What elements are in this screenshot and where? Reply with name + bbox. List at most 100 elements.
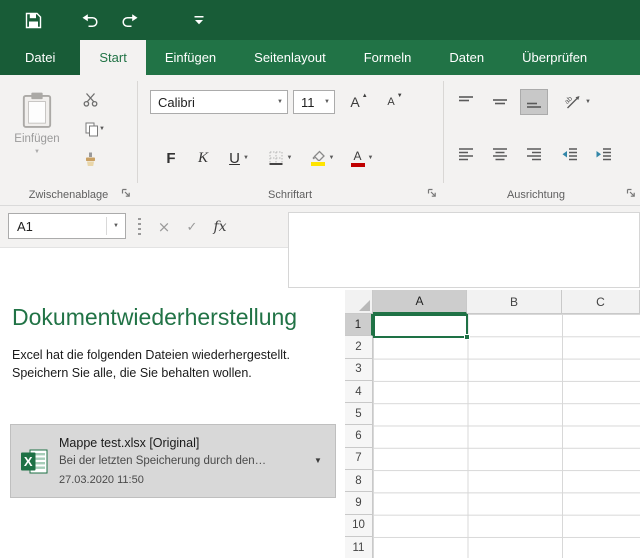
- fill-handle[interactable]: [464, 334, 470, 340]
- row-header-11[interactable]: 11: [345, 537, 373, 558]
- fill-color-button[interactable]: ▼: [303, 145, 341, 171]
- row-header-3[interactable]: 3: [345, 359, 373, 381]
- chevron-down-icon: [193, 15, 205, 26]
- increase-indent-icon: [596, 146, 612, 162]
- font-color-button[interactable]: A ▼: [344, 145, 380, 171]
- cells-grid[interactable]: [373, 314, 640, 558]
- dialog-launcher-icon: [121, 188, 131, 198]
- align-left-button[interactable]: [452, 141, 480, 167]
- italic-button[interactable]: K: [190, 145, 216, 171]
- alignment-dialog-launcher[interactable]: [624, 186, 638, 200]
- orientation-button[interactable]: ab ▼: [558, 89, 598, 115]
- redo-button[interactable]: [112, 0, 146, 40]
- ribbon-tab-bar: Datei Start Einfügen Seitenlayout Formel…: [0, 40, 640, 75]
- increase-font-size-button[interactable]: A ▲: [344, 89, 374, 115]
- selected-cell-a1[interactable]: [373, 314, 468, 338]
- increase-font-icon: A: [350, 94, 359, 110]
- chevron-down-icon: ▼: [34, 149, 40, 155]
- tab-datei[interactable]: Datei: [0, 40, 80, 75]
- undo-button[interactable]: [74, 0, 108, 40]
- bold-button[interactable]: F: [158, 145, 184, 171]
- dialog-launcher-icon: [427, 188, 437, 198]
- select-all-button[interactable]: [345, 290, 373, 314]
- paste-button[interactable]: Einfügen ▼: [8, 83, 66, 183]
- row-header-6[interactable]: 6: [345, 425, 373, 447]
- chevron-down-icon: ▼: [368, 155, 374, 161]
- align-center-icon: [492, 146, 508, 162]
- enter-button[interactable]: ✓: [180, 215, 204, 239]
- format-painter-icon: [83, 152, 98, 167]
- group-divider: [137, 81, 138, 183]
- align-right-button[interactable]: [520, 141, 548, 167]
- ribbon: Einfügen ▼ ▼ Zwischenablag: [0, 75, 640, 206]
- underline-button[interactable]: U ▼: [220, 145, 258, 171]
- recovered-file-name: Mappe test.xlsx [Original]: [59, 436, 199, 450]
- decrease-indent-button[interactable]: [556, 141, 584, 167]
- svg-text:ab: ab: [565, 95, 574, 106]
- tab-formeln[interactable]: Formeln: [345, 40, 431, 75]
- column-header-c[interactable]: C: [562, 290, 640, 314]
- chevron-down-icon: ▼: [314, 457, 322, 465]
- tab-ueberpruefen[interactable]: Überprüfen: [503, 40, 606, 75]
- borders-button[interactable]: ▼: [262, 145, 298, 171]
- row-header-1[interactable]: 1: [345, 314, 373, 336]
- borders-icon: [268, 150, 284, 166]
- chevron-down-icon: ▼: [287, 155, 293, 161]
- redo-icon: [120, 13, 138, 28]
- copy-button[interactable]: ▼: [78, 117, 112, 141]
- align-middle-icon: [492, 94, 508, 110]
- align-bottom-button[interactable]: [520, 89, 548, 115]
- row-header-4[interactable]: 4: [345, 381, 373, 403]
- recovered-file-menu-button[interactable]: ▼: [305, 429, 331, 493]
- tab-daten[interactable]: Daten: [430, 40, 503, 75]
- align-top-button[interactable]: [452, 89, 480, 115]
- svg-text:X: X: [24, 454, 33, 469]
- align-middle-button[interactable]: [486, 89, 514, 115]
- row-header-2[interactable]: 2: [345, 336, 373, 358]
- column-header-b[interactable]: B: [467, 290, 562, 314]
- clipboard-dialog-launcher[interactable]: [119, 186, 133, 200]
- tab-seitenlayout[interactable]: Seitenlayout: [235, 40, 345, 75]
- caret-down-icon: ▼: [397, 93, 403, 99]
- cancel-button[interactable]: ×: [152, 215, 176, 239]
- font-dialog-launcher[interactable]: [425, 186, 439, 200]
- undo-icon: [82, 13, 100, 28]
- italic-label: K: [198, 150, 208, 167]
- column-header-a[interactable]: A: [373, 290, 467, 314]
- insert-function-button[interactable]: fx: [208, 215, 232, 239]
- row-header-5[interactable]: 5: [345, 403, 373, 425]
- decrease-font-size-button[interactable]: A ▼: [380, 89, 410, 115]
- recovery-description: Excel hat die folgenden Dateien wiederhe…: [12, 346, 324, 382]
- recovered-file-item[interactable]: X Mappe test.xlsx [Original] Bei der let…: [10, 424, 336, 498]
- increase-indent-button[interactable]: [590, 141, 618, 167]
- recovered-file-date: 27.03.2020 11:50: [59, 474, 144, 486]
- titlebar: [0, 0, 640, 40]
- formula-input[interactable]: [288, 212, 640, 288]
- row-header-7[interactable]: 7: [345, 448, 373, 470]
- document-recovery-pane: Dokumentwiederherstellung Excel hat die …: [0, 248, 345, 558]
- save-button[interactable]: [16, 0, 50, 40]
- cut-button[interactable]: [78, 87, 102, 111]
- copy-icon: [85, 122, 99, 137]
- recovered-file-detail: Bei der letzten Speicherung durch den…: [59, 455, 266, 467]
- chevron-down-icon: ▼: [99, 126, 105, 132]
- chevron-down-icon: ▼: [243, 155, 249, 161]
- tab-start[interactable]: Start: [80, 40, 145, 75]
- customize-quick-access-button[interactable]: [182, 0, 216, 40]
- formula-bar-resize-handle[interactable]: [138, 218, 141, 236]
- tab-einfuegen[interactable]: Einfügen: [146, 40, 235, 75]
- row-header-10[interactable]: 10: [345, 515, 373, 537]
- row-header-8[interactable]: 8: [345, 470, 373, 492]
- worksheet: A B C 1 2 3 4 5 6 7 8 9 10 11: [345, 290, 640, 558]
- clipboard-icon: [21, 91, 53, 129]
- font-size-select[interactable]: 11 ▼: [293, 90, 335, 114]
- caret-up-icon: ▲: [362, 93, 368, 99]
- name-box[interactable]: A1 ▼: [8, 213, 126, 239]
- format-painter-button[interactable]: [78, 147, 102, 171]
- row-header-9[interactable]: 9: [345, 492, 373, 514]
- font-name-select[interactable]: Calibri ▼: [150, 90, 288, 114]
- select-all-triangle-icon: [359, 300, 370, 311]
- orientation-icon: ab: [565, 94, 583, 111]
- row-headers: 1 2 3 4 5 6 7 8 9 10 11: [345, 314, 373, 558]
- align-center-button[interactable]: [486, 141, 514, 167]
